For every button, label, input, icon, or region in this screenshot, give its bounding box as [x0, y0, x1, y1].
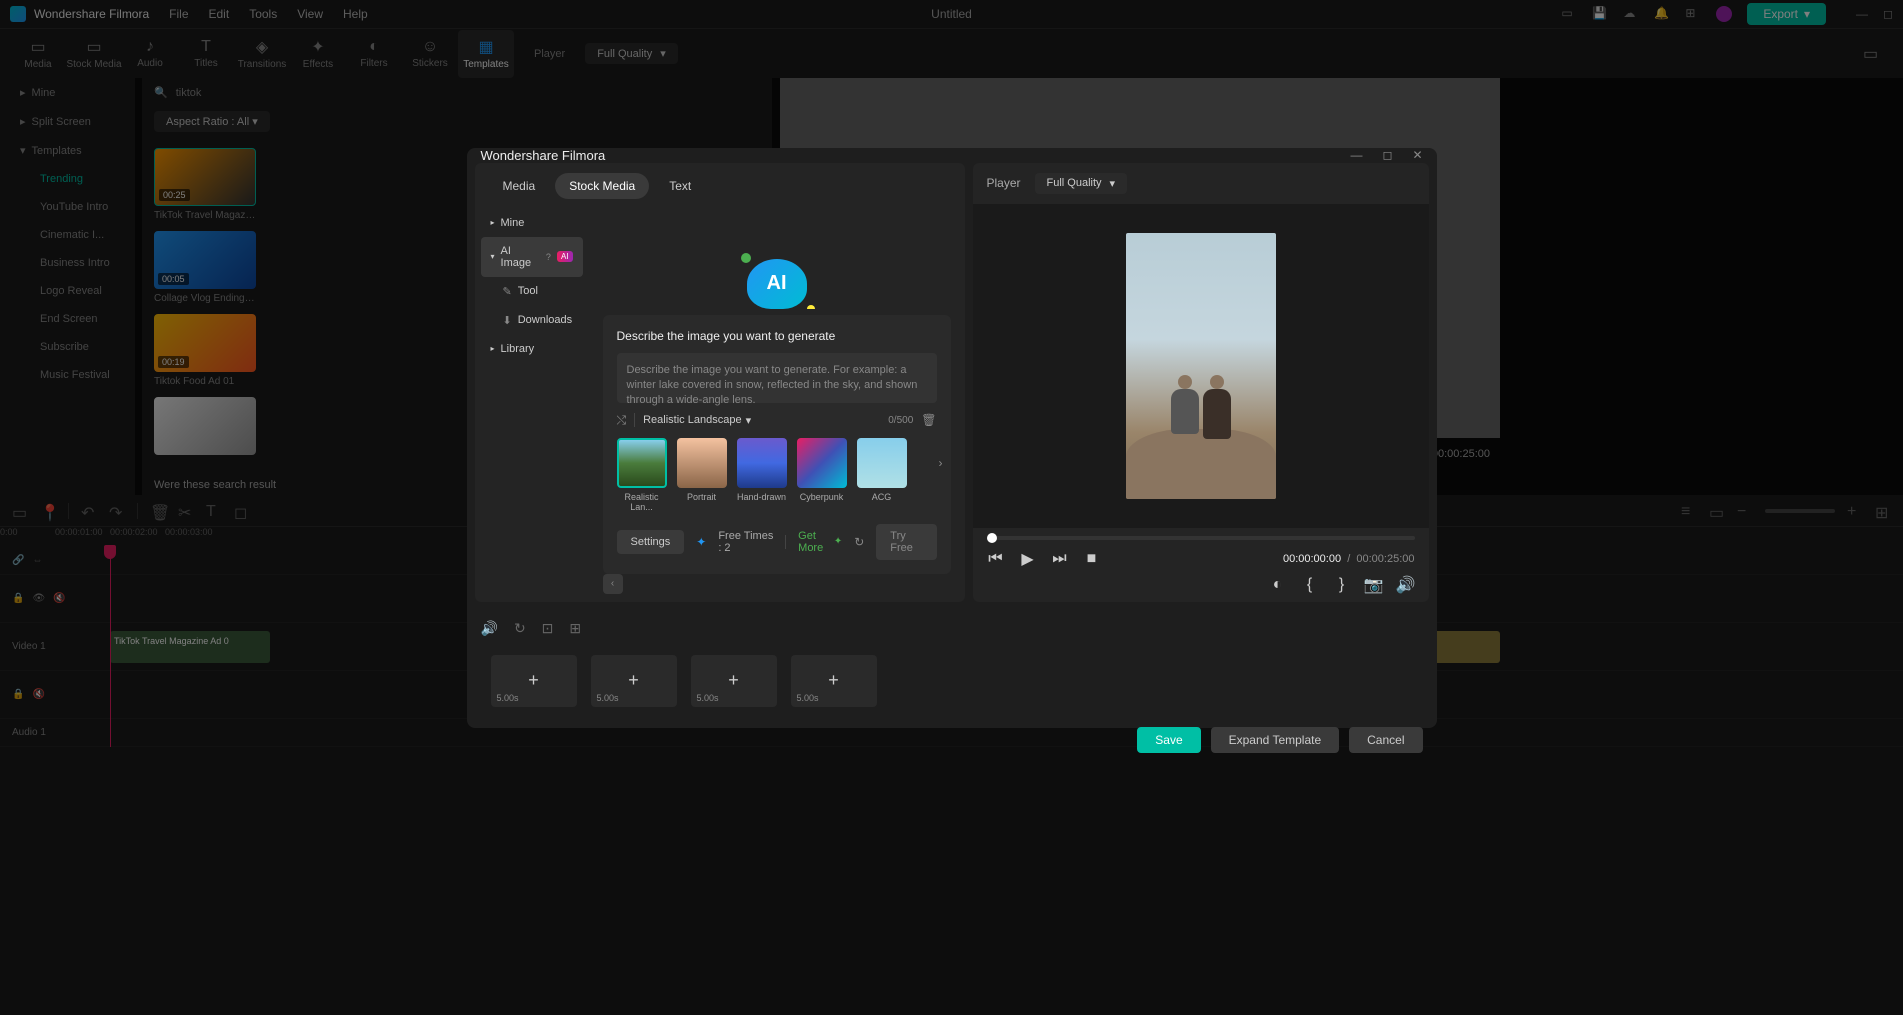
modal-quality-value: Full Quality [1047, 177, 1102, 189]
modal-tab-text[interactable]: Text [655, 173, 705, 199]
sparkle-icon: ✦ [834, 536, 842, 547]
prompt-input[interactable]: Describe the image you want to generate.… [617, 353, 937, 403]
slot-duration: 5.00s [497, 693, 519, 703]
style-acg[interactable]: ACG [857, 438, 907, 502]
style-label: Portrait [677, 492, 727, 502]
help-icon[interactable]: ? [546, 252, 551, 262]
modal-minimize-icon[interactable]: — [1350, 148, 1362, 162]
audio-icon[interactable]: 🔊 [481, 620, 498, 637]
next-styles-icon[interactable]: › [939, 456, 943, 470]
next-frame-icon[interactable]: ⏭ [1051, 550, 1069, 568]
volume-icon[interactable]: 🔊 [1397, 576, 1415, 594]
preview-frame [1126, 233, 1276, 499]
chevron-right-icon: ▸ [491, 344, 495, 353]
tree-tool[interactable]: ✎ Tool [481, 277, 583, 306]
mark-out-icon[interactable]: } [1333, 576, 1351, 594]
time-current: 00:00:00:00 [1283, 553, 1341, 565]
modal-close-icon[interactable]: ✕ [1412, 148, 1422, 162]
chevron-right-icon: ▸ [491, 218, 495, 227]
tree-ai-image[interactable]: ▾ AI Image? AI [481, 237, 583, 277]
char-count: 0/500 [888, 415, 913, 426]
tree-library-label: Library [501, 343, 535, 355]
media-slot[interactable]: +5.00s [791, 655, 877, 707]
tree-downloads-label: Downloads [518, 314, 572, 326]
scrubber-handle[interactable] [987, 533, 997, 543]
mark-in-icon[interactable]: { [1301, 576, 1319, 594]
ai-logo-icon: AI [747, 259, 807, 309]
style-cyberpunk[interactable]: Cyberpunk [797, 438, 847, 502]
plus-icon: + [628, 670, 639, 691]
rotate-icon[interactable]: ↻ [514, 620, 526, 637]
tree-tool-label: Tool [518, 285, 538, 297]
free-times-label: Free Times : 2 [718, 530, 773, 554]
slot-duration: 5.00s [797, 693, 819, 703]
prev-frame-icon[interactable]: ⏮ [987, 550, 1005, 568]
chevron-down-icon: ▾ [1110, 177, 1116, 190]
snapshot-icon[interactable]: 📷 [1365, 576, 1383, 594]
modal-quality-dropdown[interactable]: Full Quality ▾ [1035, 173, 1128, 194]
tree-library[interactable]: ▸ Library [481, 335, 583, 363]
shuffle-icon[interactable]: ⤭ [617, 413, 627, 428]
style-label: Realistic Lan... [617, 492, 667, 512]
modal-player-label: Player [987, 176, 1021, 190]
save-button[interactable]: Save [1137, 727, 1200, 753]
get-more-link[interactable]: Get More✦ [798, 530, 842, 554]
collapse-panel-icon[interactable]: ‹ [603, 574, 623, 594]
playback-speed-icon[interactable]: ◐ [1269, 576, 1287, 594]
modal-tab-stock-media[interactable]: Stock Media [555, 173, 649, 199]
style-label: ACG [857, 492, 907, 502]
expand-template-button[interactable]: Expand Template [1211, 727, 1340, 753]
plus-icon: + [828, 670, 839, 691]
describe-label: Describe the image you want to generate [617, 329, 937, 343]
crop-icon[interactable]: ⊡ [542, 620, 554, 637]
slot-duration: 5.00s [697, 693, 719, 703]
fit-icon[interactable]: ⊞ [569, 620, 581, 637]
ai-badge: AI [557, 251, 573, 262]
style-dropdown[interactable]: Realistic Landscape ▾ [643, 414, 751, 427]
chevron-down-icon: ▾ [746, 414, 752, 427]
cancel-button[interactable]: Cancel [1349, 727, 1422, 753]
play-icon[interactable]: ▶ [1019, 550, 1037, 568]
media-slot[interactable]: +5.00s [591, 655, 677, 707]
media-slot[interactable]: +5.00s [491, 655, 577, 707]
tree-mine[interactable]: ▸ Mine [481, 209, 583, 237]
modal-tab-media[interactable]: Media [489, 173, 550, 199]
slot-duration: 5.00s [597, 693, 619, 703]
chevron-down-icon: ▾ [491, 252, 495, 261]
media-slot[interactable]: +5.00s [691, 655, 777, 707]
refresh-icon[interactable]: ↻ [854, 535, 864, 549]
style-realistic-landscape[interactable]: Realistic Lan... [617, 438, 667, 512]
scrubber[interactable] [987, 536, 1415, 540]
tool-icon: ✎ [503, 285, 512, 298]
style-label: Hand-drawn [737, 492, 787, 502]
get-more-label: Get More [798, 530, 832, 554]
time-total: 00:00:25:00 [1356, 553, 1414, 565]
stop-icon[interactable]: ■ [1083, 550, 1101, 568]
plus-icon: + [728, 670, 739, 691]
plus-icon: + [528, 670, 539, 691]
ai-image-modal: Wondershare Filmora — ◻ ✕ Media Stock Me… [467, 148, 1437, 728]
download-icon: ⬇ [503, 314, 512, 327]
ai-sparkle-icon: ✦ [696, 535, 706, 549]
style-portrait[interactable]: Portrait [677, 438, 727, 502]
style-label: Cyberpunk [797, 492, 847, 502]
trash-icon[interactable]: 🗑 [921, 413, 936, 427]
style-value: Realistic Landscape [643, 414, 741, 426]
settings-button[interactable]: Settings [617, 530, 685, 554]
tree-downloads[interactable]: ⬇ Downloads [481, 306, 583, 335]
modal-maximize-icon[interactable]: ◻ [1382, 148, 1392, 162]
time-display: 00:00:00:00 / 00:00:25:00 [1283, 553, 1415, 565]
style-hand-drawn[interactable]: Hand-drawn [737, 438, 787, 502]
modal-title: Wondershare Filmora [481, 148, 606, 163]
tree-mine-label: Mine [501, 217, 525, 229]
tree-ai-image-label: AI Image [501, 245, 540, 269]
preview-video [973, 204, 1429, 528]
try-free-button[interactable]: Try Free [876, 524, 936, 560]
